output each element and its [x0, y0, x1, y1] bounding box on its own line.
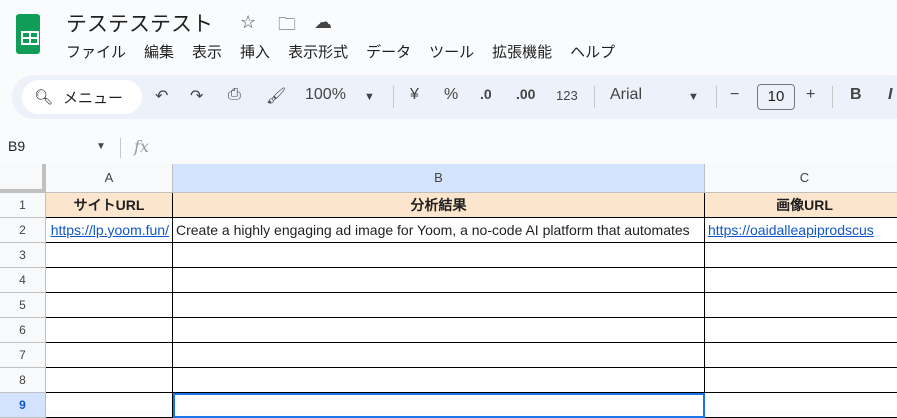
cell-text: 画像URL	[776, 197, 833, 213]
cell-text: サイトURL	[73, 197, 145, 213]
divider	[716, 86, 717, 108]
cell-c2[interactable]: https://oaidalleapiprodscus	[705, 218, 897, 243]
decrease-decimal-button[interactable]: .0	[480, 86, 492, 102]
bold-button[interactable]: B	[850, 86, 862, 104]
menu-help[interactable]: ヘルプ	[570, 41, 615, 62]
row-header-8[interactable]: 8	[0, 368, 46, 393]
cell-a9[interactable]	[46, 393, 173, 418]
percent-button[interactable]: %	[444, 86, 458, 104]
font-size-input[interactable]: 10	[757, 84, 795, 110]
menu-format[interactable]: 表示形式	[288, 41, 348, 62]
more-formats-button[interactable]: 123	[556, 88, 578, 103]
menu-data[interactable]: データ	[366, 41, 411, 62]
column-header-c[interactable]: C	[705, 164, 897, 193]
menu-extensions[interactable]: 拡張機能	[492, 41, 552, 62]
divider	[120, 138, 121, 158]
cell-a1[interactable]: サイトURL	[46, 193, 173, 218]
move-folder-icon[interactable]: 🗀	[278, 12, 296, 42]
row-header-4[interactable]: 4	[0, 268, 46, 293]
name-box-dropdown-icon[interactable]: ▼	[96, 141, 106, 152]
cell-b1[interactable]: 分析結果	[173, 193, 705, 218]
menu-view[interactable]: 表示	[192, 41, 222, 62]
cell-a7[interactable]	[46, 343, 173, 368]
search-icon: 🔍︎	[34, 88, 54, 106]
cell-link[interactable]: https://lp.yoom.fun/	[51, 222, 169, 238]
cell-text: Create a highly engaging ad image for Yo…	[176, 222, 690, 238]
cell-a8[interactable]	[46, 368, 173, 393]
row-header-5[interactable]: 5	[0, 293, 46, 318]
formula-input[interactable]	[165, 136, 895, 160]
redo-icon[interactable]: ↷	[190, 86, 203, 106]
font-size-increase[interactable]: +	[806, 86, 815, 104]
column-header-b[interactable]: B	[173, 164, 705, 193]
cell-b4[interactable]	[173, 268, 705, 293]
cloud-saved-icon[interactable]: ☁	[314, 12, 332, 33]
document-title[interactable]: テステステスト	[66, 8, 213, 38]
divider	[393, 86, 394, 108]
cell-b5[interactable]	[173, 293, 705, 318]
select-all-corner[interactable]	[0, 164, 46, 193]
cell-c9[interactable]	[705, 393, 897, 418]
increase-decimal-button[interactable]: .00	[516, 86, 535, 102]
cell-b6[interactable]	[173, 318, 705, 343]
cell-c8[interactable]	[705, 368, 897, 393]
row-header-7[interactable]: 7	[0, 343, 46, 368]
font-dropdown-icon[interactable]: ▼	[688, 91, 699, 103]
cell-a3[interactable]	[46, 243, 173, 268]
cell-b2[interactable]: Create a highly engaging ad image for Yo…	[173, 218, 705, 243]
italic-button[interactable]: I	[888, 86, 892, 104]
cell-link[interactable]: https://oaidalleapiprodscus	[708, 222, 874, 238]
cell-text: 分析結果	[410, 197, 467, 213]
menu-bar: ファイル 編集 表示 挿入 表示形式 データ ツール 拡張機能 ヘルプ	[66, 41, 615, 62]
font-size-decrease[interactable]: −	[730, 86, 739, 104]
cell-c7[interactable]	[705, 343, 897, 368]
cell-b8[interactable]	[173, 368, 705, 393]
print-icon[interactable]: ⎙	[228, 86, 241, 104]
name-box[interactable]: B9	[8, 138, 25, 154]
spreadsheet-grid: A B C 1 サイトURL 分析結果 画像URL 2 https://lp.yoom.f…	[0, 164, 897, 418]
fx-icon: fx	[134, 137, 149, 156]
column-header-a[interactable]: A	[46, 164, 173, 193]
menu-file[interactable]: ファイル	[66, 41, 126, 62]
cell-c3[interactable]	[705, 243, 897, 268]
cell-b9[interactable]	[173, 393, 705, 418]
menu-tools[interactable]: ツール	[429, 41, 474, 62]
menu-insert[interactable]: 挿入	[240, 41, 270, 62]
menu-search[interactable]: 🔍︎ メニュー	[22, 80, 142, 114]
divider	[832, 86, 833, 108]
row-header-2[interactable]: 2	[0, 218, 46, 243]
font-select[interactable]: Arial	[610, 86, 642, 104]
cell-a2[interactable]: https://lp.yoom.fun/	[46, 218, 173, 243]
cell-c4[interactable]	[705, 268, 897, 293]
cell-a4[interactable]	[46, 268, 173, 293]
star-icon[interactable]: ☆	[240, 12, 256, 33]
cell-a5[interactable]	[46, 293, 173, 318]
row-header-1[interactable]: 1	[0, 193, 46, 218]
currency-button[interactable]: ¥	[410, 86, 419, 104]
cell-a6[interactable]	[46, 318, 173, 343]
cell-b3[interactable]	[173, 243, 705, 268]
zoom-dropdown-icon[interactable]: ▼	[364, 91, 375, 103]
search-label: メニュー	[63, 88, 124, 107]
cell-c1[interactable]: 画像URL	[705, 193, 897, 218]
cell-c5[interactable]	[705, 293, 897, 318]
sheets-logo[interactable]	[16, 14, 40, 54]
zoom-select[interactable]: 100%	[305, 86, 346, 104]
cell-c6[interactable]	[705, 318, 897, 343]
row-header-3[interactable]: 3	[0, 243, 46, 268]
row-header-9[interactable]: 9	[0, 393, 46, 418]
undo-icon[interactable]: ↶	[155, 86, 168, 106]
row-header-6[interactable]: 6	[0, 318, 46, 343]
menu-edit[interactable]: 編集	[144, 41, 174, 62]
cell-b7[interactable]	[173, 343, 705, 368]
paint-format-icon[interactable]: 🖌︎	[266, 86, 286, 106]
divider	[594, 86, 595, 108]
